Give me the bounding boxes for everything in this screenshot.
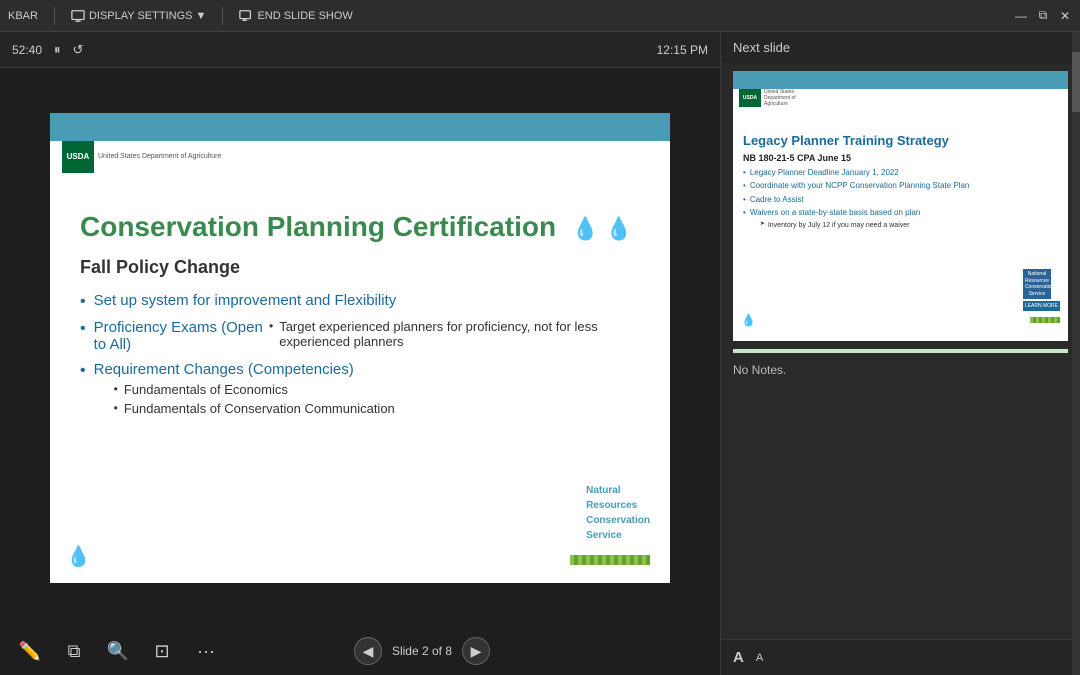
preview-bullet-1: Legacy Planner Deadline January 1, 2022	[743, 168, 1058, 178]
prev-slide-button[interactable]: ◀	[354, 637, 382, 665]
right-panel: Next slide USDA United StatesDepartment …	[720, 32, 1080, 675]
slide-header-bar	[50, 113, 670, 141]
next-slide-heading: Next slide	[721, 32, 1080, 63]
search-tool-button[interactable]: 🔍	[104, 637, 132, 665]
next-slide-preview: USDA United StatesDepartment ofAgricultu…	[733, 71, 1068, 341]
slide-title: Conservation Planning Certification 💧 💧	[80, 211, 640, 243]
pen-tool-button[interactable]: ✏️	[16, 637, 44, 665]
preview-green-bar	[1030, 317, 1060, 323]
bullet-1-text: Set up system for improvement and Flexib…	[94, 292, 397, 309]
preview-sub-bullet-1: Inventory by July 12 if you may need a w…	[760, 221, 920, 230]
preview-slide-title: Legacy Planner Training Strategy	[743, 133, 1058, 148]
restore-button[interactable]: ⧉	[1036, 9, 1050, 23]
sub-bullet-1: Target experienced planners for proficie…	[269, 319, 640, 349]
display-icon	[71, 9, 85, 23]
end-slideshow-item[interactable]: END SLIDE SHOW	[239, 9, 352, 23]
toolbar-separator2	[222, 7, 223, 25]
preview-bullet-2: Coordinate with your NCPP Conservation P…	[743, 181, 1058, 191]
refresh-button[interactable]: ↺	[73, 42, 84, 58]
copy-tool-button[interactable]: ⧉	[60, 637, 88, 665]
toolbar-separator	[54, 7, 55, 25]
bullet-3-container: Requirement Changes (Competencies) Funda…	[94, 361, 395, 420]
display-settings-label: DISPLAY SETTINGS ▼	[89, 10, 206, 22]
slide-container: USDA United States Department of Agricul…	[0, 68, 720, 627]
usda-subtitle: United States Department of Agriculture	[98, 152, 221, 161]
display-settings-item[interactable]: DISPLAY SETTINGS ▼	[71, 9, 206, 23]
sub-bullet-list-2: Fundamentals of Economics Fundamentals o…	[114, 382, 395, 416]
next-slide-button[interactable]: ▶	[462, 637, 490, 665]
current-time: 12:15 PM	[657, 43, 708, 57]
slideshow-icon	[239, 9, 253, 23]
scrollbar-thumb[interactable]	[1072, 52, 1080, 112]
preview-content: Legacy Planner Training Strategy NB 180-…	[733, 125, 1068, 243]
taskbar-item[interactable]: KBAR	[8, 10, 38, 22]
preview-slide-subtitle: NB 180-21-5 CPA June 15	[743, 153, 1058, 163]
preview-nrcs-logo: NationalResourcesConservationService LEA…	[1023, 269, 1060, 311]
slide-subtitle: Fall Policy Change	[80, 257, 640, 278]
right-scrollbar[interactable]	[1072, 32, 1080, 675]
preview-drop-icon: 💧	[741, 313, 756, 327]
bullet-item-1: Set up system for improvement and Flexib…	[80, 292, 640, 311]
sub-bullet-3: Fundamentals of Conservation Communicati…	[114, 401, 395, 416]
slide-indicator: Slide 2 of 8	[392, 644, 452, 658]
notes-text: No Notes.	[733, 363, 786, 377]
more-tool-button[interactable]: ···	[192, 637, 220, 665]
water-drop-icon: 💧	[66, 544, 91, 569]
text-tools-bar: A A	[721, 639, 1080, 675]
bullet-3-text: Requirement Changes (Competencies)	[94, 361, 354, 378]
usda-logo: USDA United States Department of Agricul…	[62, 141, 221, 173]
close-button[interactable]: ✕	[1058, 9, 1072, 23]
preview-bullet-4: Waivers on a state-by-state basis based …	[743, 208, 1058, 231]
minimize-button[interactable]: —	[1014, 9, 1028, 23]
nrcs-text: NaturalResourcesConservationService	[586, 483, 650, 543]
notes-section: No Notes.	[721, 353, 1080, 639]
preview-sub-bullet-list: Inventory by July 12 if you may need a w…	[760, 221, 920, 230]
nrcs-info: NaturalResourcesConservationService	[586, 483, 650, 543]
crop-tool-button[interactable]: ⊡	[148, 637, 176, 665]
preview-usda-logo: USDA United StatesDepartment ofAgricultu…	[739, 89, 796, 107]
main-area: 52:40 ⏸ ↺ 12:15 PM USDA United States De…	[0, 32, 1080, 675]
main-slide: USDA United States Department of Agricul…	[50, 113, 670, 583]
end-slideshow-label: END SLIDE SHOW	[257, 10, 352, 22]
tool-buttons: ✏️ ⧉ 🔍 ⊡ ···	[16, 637, 220, 665]
bullet-item-2: Proficiency Exams (Open to All) Target e…	[80, 319, 640, 353]
slide-content: Conservation Planning Certification 💧 💧 …	[50, 191, 670, 448]
title-decoration-icons: 💧 💧	[572, 216, 633, 241]
preview-bullet-list: Legacy Planner Deadline January 1, 2022 …	[743, 168, 1058, 232]
increase-font-button[interactable]: A	[733, 649, 744, 666]
slide-title-text: Conservation Planning Certification	[80, 211, 556, 242]
bullet-item-3: Requirement Changes (Competencies) Funda…	[80, 361, 640, 420]
preview-header-bar	[733, 71, 1068, 89]
preview-nrcs-box: NationalResourcesConservationService	[1023, 269, 1051, 299]
taskbar-label: KBAR	[8, 10, 38, 22]
window-controls: — ⧉ ✕	[1014, 9, 1072, 23]
bullet-2-text: Proficiency Exams (Open to All)	[94, 319, 265, 353]
slide-area: 52:40 ⏸ ↺ 12:15 PM USDA United States De…	[0, 32, 720, 675]
main-bullet-list: Set up system for improvement and Flexib…	[80, 292, 640, 420]
preview-bullet-3: Cadre to Assist	[743, 195, 1058, 205]
usda-icon: USDA	[62, 141, 94, 173]
preview-usda-icon: USDA	[739, 89, 761, 107]
playback-bar: 52:40 ⏸ ↺ 12:15 PM	[0, 32, 720, 68]
slide-green-bar	[570, 555, 650, 565]
slide-navigation: ◀ Slide 2 of 8 ▶	[354, 637, 490, 665]
decrease-font-button[interactable]: A	[756, 652, 763, 664]
preview-usda-text: United StatesDepartment ofAgriculture	[764, 89, 796, 107]
toolbar: KBAR DISPLAY SETTINGS ▼ END SLIDE SHOW —…	[0, 0, 1080, 32]
preview-bullet-4-container: Waivers on a state-by-state basis based …	[750, 208, 920, 231]
bottom-toolbar: ✏️ ⧉ 🔍 ⊡ ··· ◀ Slide 2 of 8 ▶	[0, 627, 720, 675]
sub-bullet-list-1: Target experienced planners for proficie…	[269, 319, 640, 353]
preview-learn-more: LEARN MORE	[1023, 301, 1060, 311]
time-elapsed: 52:40	[12, 43, 42, 57]
sub-bullet-2: Fundamentals of Economics	[114, 382, 395, 397]
pause-button[interactable]: ⏸	[54, 42, 61, 58]
